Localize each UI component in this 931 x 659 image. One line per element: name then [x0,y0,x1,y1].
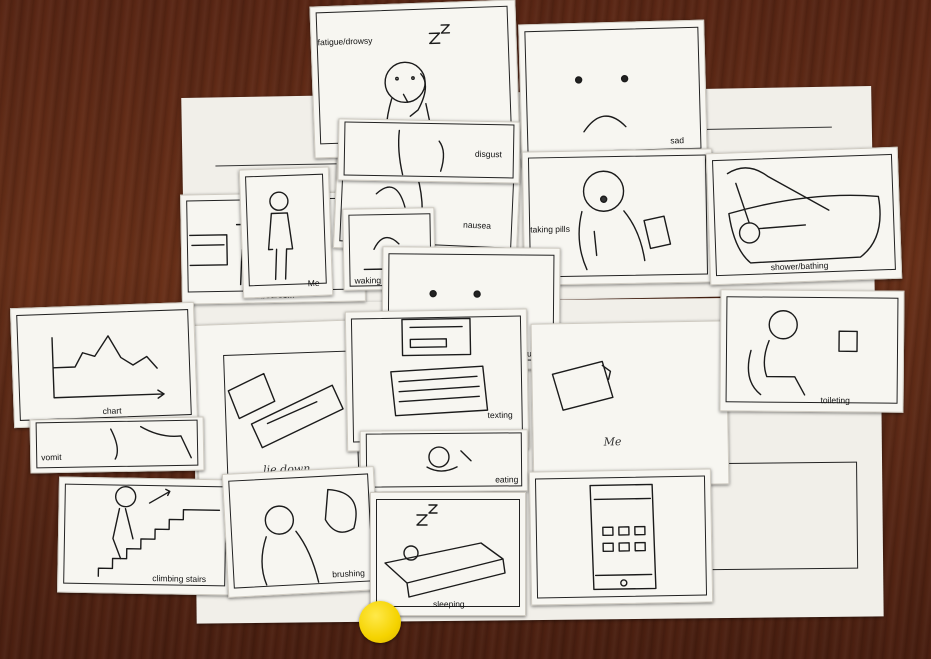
card-label: brushing [332,567,366,580]
card-disgust: disgust [337,118,521,184]
card-label: climbing stairs [152,573,207,585]
card-sleeping: sleeping [370,492,526,616]
photo-scene: bedroom Me nausea waking fatigue/drowsy … [0,0,931,659]
card-me: Me [238,166,334,299]
yellow-marker-dot [359,601,401,643]
card-label: fatigue/drowsy [317,35,373,48]
card-label: waking [354,275,382,286]
card-sad: sad [518,19,708,167]
card-eating: eating [359,429,529,493]
card-vomit: vomit [29,416,205,474]
card-brushing: brushing [221,466,381,598]
card-me-sketch: Me [530,320,730,488]
card-label: nausea [462,219,492,231]
card-phone [528,468,714,606]
card-climbing-stairs: climbing stairs [57,476,233,596]
handwritten-note: Me [603,435,622,449]
card-label: Me [307,277,320,289]
card-label: chart [102,405,122,417]
card-label: shower/bathing [770,260,829,273]
card-label: disgust [474,148,502,160]
card-label: vomit [41,451,62,463]
card-label: texting [487,409,513,421]
card-toileting: toileting [719,289,905,413]
card-shower: shower/bathing [705,146,903,286]
card-label: eating [495,474,519,485]
card-label: sleeping [433,599,465,609]
card-label: toileting [820,395,850,406]
card-chart: chart [9,301,199,429]
card-label: sad [670,135,685,146]
card-label: taking pills [530,223,570,235]
